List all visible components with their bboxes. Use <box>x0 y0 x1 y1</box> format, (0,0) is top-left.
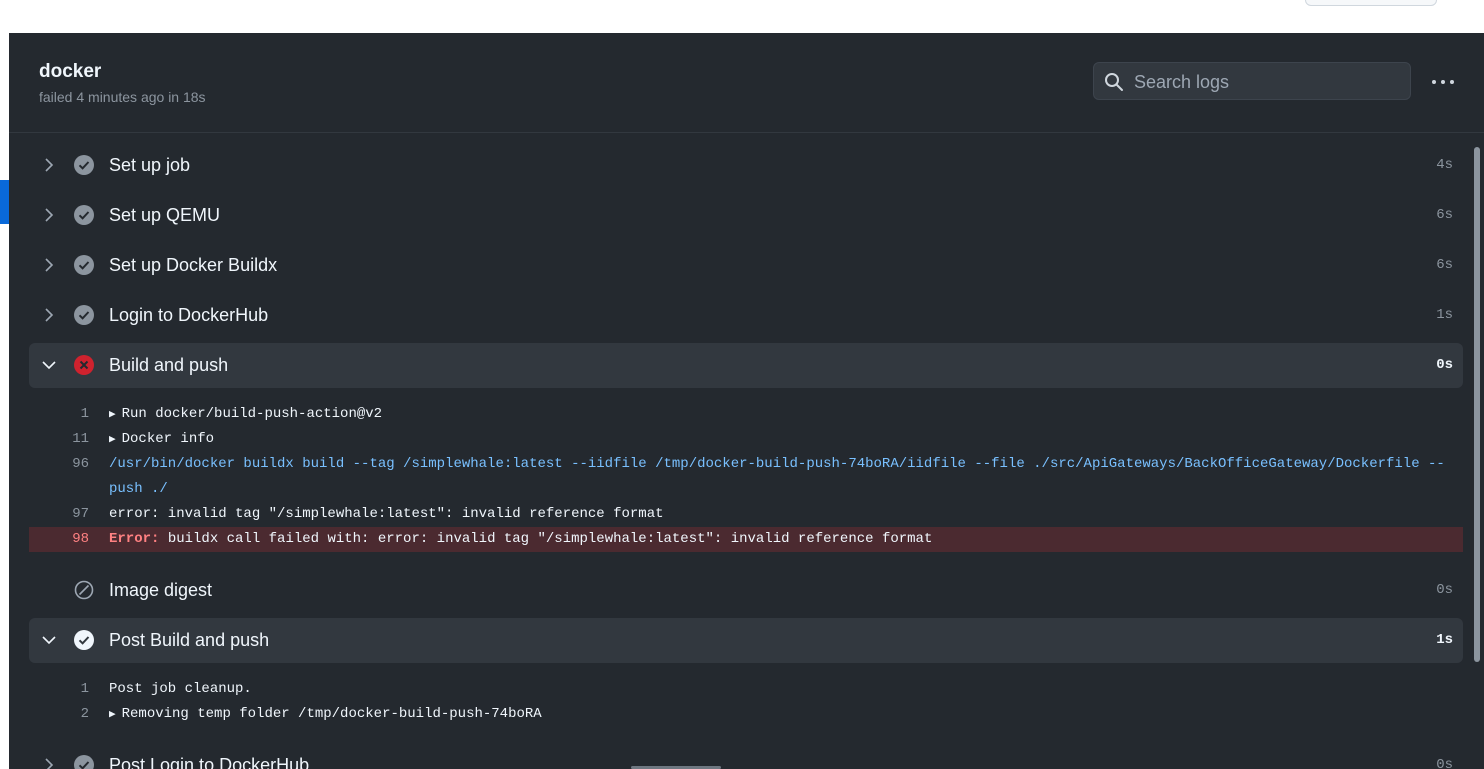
step-duration: 6s <box>1436 207 1453 223</box>
log-text: buildx call failed with: error: invalid … <box>159 531 933 547</box>
step-duration: 4s <box>1436 157 1453 173</box>
step-name: Set up job <box>109 155 191 175</box>
chevron-right-icon <box>45 158 54 172</box>
step-name: Set up Docker Buildx <box>109 255 278 275</box>
check-circle-icon <box>74 205 94 225</box>
step-name: Image digest <box>109 580 213 600</box>
chevron-down-icon <box>42 636 56 645</box>
log-line-command[interactable]: 96 /usr/bin/docker buildx build --tag /s… <box>29 452 1463 502</box>
skipped-icon <box>74 580 94 600</box>
log-text: Post job cleanup. <box>109 681 252 697</box>
step-name: Set up QEMU <box>109 205 221 225</box>
log-text: Run docker/build-push-action@v2 <box>121 406 383 422</box>
expand-triangle-icon[interactable]: ▶ <box>109 409 116 421</box>
log-text: Removing temp folder /tmp/docker-build-p… <box>121 706 542 722</box>
step-build-and-push[interactable]: Build and push 0s <box>29 343 1463 388</box>
step-image-digest[interactable]: Image digest 0s <box>29 568 1463 613</box>
step-name: Post Build and push <box>109 630 270 650</box>
line-number[interactable]: 1 <box>29 406 89 422</box>
line-number[interactable]: 2 <box>29 706 89 722</box>
chevron-down-icon <box>42 361 56 370</box>
step-duration: 0s <box>1436 757 1453 769</box>
job-title: docker <box>39 61 102 82</box>
chevron-right-icon <box>45 308 54 322</box>
line-number[interactable]: 1 <box>29 681 89 697</box>
chevron-right-icon <box>45 208 54 222</box>
step-name: Build and push <box>109 355 229 375</box>
chevron-right-icon <box>45 758 54 769</box>
log-line[interactable]: 97 error: invalid tag "/simplewhale:late… <box>29 502 1463 527</box>
check-circle-icon <box>74 755 94 769</box>
sidebar-active-indicator <box>0 180 9 224</box>
chevron-right-icon <box>45 258 54 272</box>
step-name: Post Login to DockerHub <box>109 755 310 769</box>
line-number[interactable]: 97 <box>29 506 89 522</box>
search-icon <box>1105 73 1123 91</box>
top-bar <box>0 0 1484 33</box>
scrollbar-thumb[interactable] <box>1474 147 1480 662</box>
step-duration: 1s <box>1436 307 1453 323</box>
job-header: docker failed 4 minutes ago in 18s <box>9 33 1484 133</box>
log-line[interactable]: 1 Post job cleanup. <box>29 677 1463 702</box>
check-circle-icon <box>74 155 94 175</box>
search-logs-input[interactable] <box>1132 63 1406 101</box>
search-logs-box[interactable] <box>1093 62 1411 101</box>
step-login-to-dockerhub[interactable]: Login to DockerHub 1s <box>29 293 1463 338</box>
step-duration: 1s <box>1436 632 1453 648</box>
step-duration: 6s <box>1436 257 1453 273</box>
step-set-up-job[interactable]: Set up job 4s <box>29 143 1463 188</box>
job-log-panel: docker failed 4 minutes ago in 18s Set u… <box>9 33 1484 769</box>
log-line[interactable]: 11 ▶ Docker info <box>29 427 1463 452</box>
job-status-summary: failed 4 minutes ago in 18s <box>39 89 206 105</box>
check-circle-icon <box>74 630 94 650</box>
step-duration: 0s <box>1436 582 1453 598</box>
step-post-login-to-dockerhub[interactable]: Post Login to DockerHub 0s <box>29 743 1463 769</box>
step-set-up-docker-buildx[interactable]: Set up Docker Buildx 6s <box>29 243 1463 288</box>
step-name: Login to DockerHub <box>109 305 269 325</box>
log-text: Docker info <box>121 431 215 447</box>
more-options-kebab-icon[interactable] <box>1431 71 1455 91</box>
log-line[interactable]: 2 ▶ Removing temp folder /tmp/docker-buil… <box>29 702 1463 727</box>
log-text: /usr/bin/docker buildx build --tag /simp… <box>109 456 1445 497</box>
step-duration: 0s <box>1436 357 1453 373</box>
line-number[interactable]: 96 <box>29 456 89 472</box>
step-set-up-qemu[interactable]: Set up QEMU 6s <box>29 193 1463 238</box>
line-number[interactable]: 11 <box>29 431 89 447</box>
x-circle-icon <box>74 355 94 375</box>
check-circle-icon <box>74 305 94 325</box>
expand-triangle-icon[interactable]: ▶ <box>109 434 116 446</box>
check-circle-icon <box>74 255 94 275</box>
left-sidebar-strip <box>0 33 9 769</box>
log-text: error: invalid tag "/simplewhale:latest"… <box>109 506 664 522</box>
expand-triangle-icon[interactable]: ▶ <box>109 709 116 721</box>
log-line[interactable]: 1 ▶ Run docker/build-push-action@v2 <box>29 402 1463 427</box>
top-button-edge[interactable] <box>1305 0 1437 6</box>
step-post-build-and-push[interactable]: Post Build and push 1s <box>29 618 1463 663</box>
vertical-scrollbar[interactable] <box>1471 145 1483 769</box>
log-line-error[interactable]: 98 Error: buildx call failed with: error… <box>29 527 1463 552</box>
line-number[interactable]: 98 <box>29 531 89 547</box>
error-label: Error: <box>109 531 160 547</box>
